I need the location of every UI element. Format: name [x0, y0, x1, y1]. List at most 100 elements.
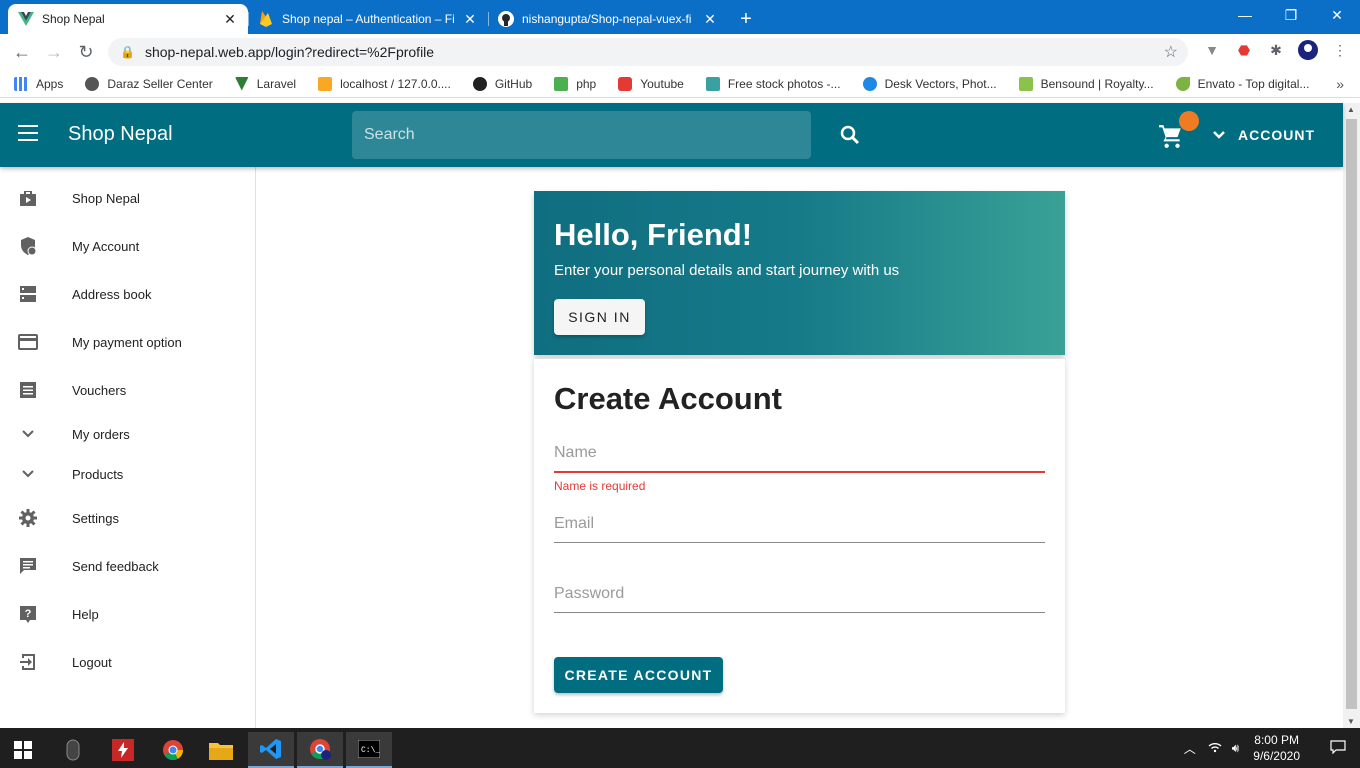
menu-dots-icon[interactable]: ⋮ [1330, 40, 1350, 60]
reload-icon[interactable]: ↻ [70, 42, 102, 63]
wifi-icon[interactable] [1208, 741, 1222, 756]
globe-icon [85, 76, 100, 91]
email-input[interactable] [554, 505, 1045, 543]
browser-tab-firebase[interactable]: Shop nepal – Authentication – Fi ✕ [248, 4, 488, 34]
lock-icon: 🔒 [120, 45, 135, 59]
sidebar-item-vouchers[interactable]: Vouchers [0, 368, 255, 412]
restore-icon[interactable]: ❐ [1268, 0, 1314, 30]
system-tray: ︿ 🔊︎ 8:00 PM 9/6/2020 [1184, 728, 1346, 768]
notification-icon[interactable] [1330, 739, 1346, 757]
browser-tab-shop-nepal[interactable]: Shop Nepal ✕ [8, 4, 248, 34]
new-tab-icon[interactable]: + [728, 4, 764, 34]
volume-icon[interactable]: 🔊︎ [1232, 741, 1240, 756]
vue-icon [18, 11, 34, 27]
browser-tab-github[interactable]: nishangupta/Shop-nepal-vuex-fi ✕ [488, 4, 728, 34]
sidebar-item-label: Help [72, 606, 99, 622]
bookmark-youtube[interactable]: Youtube [618, 76, 684, 91]
logout-icon [17, 651, 39, 673]
clock[interactable]: 8:00 PM 9/6/2020 [1253, 732, 1300, 764]
sidebar-item-my-orders[interactable]: My orders [0, 412, 255, 456]
more-bookmarks-icon[interactable]: » [1336, 76, 1344, 92]
bensound-icon [1018, 76, 1033, 91]
scroll-down-icon[interactable]: ▼ [1347, 717, 1355, 726]
bookmark-label: Apps [36, 76, 64, 91]
password-input[interactable] [554, 575, 1045, 613]
profile-avatar-icon[interactable] [1298, 40, 1318, 60]
sidebar-item-logout[interactable]: Logout [0, 640, 255, 684]
name-input[interactable] [554, 435, 1045, 473]
scroll-up-icon[interactable]: ▲ [1347, 105, 1355, 114]
bookmark-bensound[interactable]: Bensound | Royalty... [1018, 76, 1154, 91]
cart-badge [1179, 111, 1199, 131]
file-explorer-icon[interactable] [198, 732, 244, 768]
page-scrollbar[interactable]: ▲ ▼ [1343, 103, 1360, 728]
search-icon[interactable] [838, 123, 862, 147]
minimize-icon[interactable]: — [1222, 0, 1268, 30]
close-tab-icon[interactable]: ✕ [462, 11, 478, 28]
sidebar-item-my-account[interactable]: My Account [0, 224, 255, 268]
vue-devtools-icon[interactable]: ▼ [1202, 40, 1222, 60]
chrome-profile-icon[interactable] [297, 732, 343, 768]
feedback-icon [17, 555, 39, 577]
chevron-down-icon [17, 423, 39, 445]
bookmark-stock-photos[interactable]: Free stock photos -... [705, 76, 841, 91]
scroll-thumb[interactable] [1346, 119, 1357, 709]
bookmark-star-icon[interactable]: ☆ [1164, 42, 1178, 62]
chevron-up-icon[interactable]: ︿ [1184, 740, 1196, 757]
bookmark-label: Youtube [640, 76, 684, 91]
tab-title: Shop Nepal [42, 12, 105, 26]
sidebar-item-label: Vouchers [72, 382, 127, 398]
bookmark-laravel[interactable]: Laravel [234, 76, 297, 91]
clock-time: 8:00 PM [1254, 733, 1299, 747]
credit-card-icon [17, 331, 39, 353]
sidebar-item-label: Products [72, 466, 124, 482]
form-title: Create Account [554, 381, 782, 416]
bookmark-envato[interactable]: Envato - Top digital... [1175, 76, 1310, 91]
bookmark-label: Laravel [256, 76, 297, 91]
bookmark-apps[interactable]: Apps [14, 76, 64, 91]
close-window-icon[interactable]: ✕ [1314, 0, 1360, 30]
url-text: shop-nepal.web.app/login?redirect=%2Fpro… [144, 44, 435, 60]
sidebar-item-shop-nepal[interactable]: Shop Nepal [0, 176, 255, 220]
browser-tabbar: Shop Nepal ✕ Shop nepal – Authentication… [0, 0, 1360, 34]
sidebar-item-send-feedback[interactable]: Send feedback [0, 544, 255, 588]
search-input[interactable]: Search [352, 111, 811, 159]
vscode-icon[interactable] [248, 732, 294, 768]
bookmark-desk-vectors[interactable]: Desk Vectors, Phot... [862, 76, 997, 91]
bookmark-localhost[interactable]: localhost / 127.0.0.... [318, 76, 451, 91]
create-account-button[interactable]: CREATE ACCOUNT [554, 657, 723, 693]
forward-arrow-icon[interactable]: → [38, 42, 70, 63]
vue-icon [234, 76, 249, 91]
bookmark-label: Envato - Top digital... [1197, 76, 1310, 91]
windows-start-icon[interactable] [0, 732, 46, 768]
bookmark-php[interactable]: php [554, 76, 596, 91]
bookmark-daraz[interactable]: Daraz Seller Center [85, 76, 213, 91]
close-tab-icon[interactable]: ✕ [222, 11, 238, 28]
close-tab-icon[interactable]: ✕ [702, 11, 718, 28]
chrome-icon[interactable] [150, 732, 196, 768]
account-shield-icon [17, 235, 39, 257]
extensions: ▼ ⬣ ✱ ⋮ [1202, 40, 1350, 60]
back-arrow-icon[interactable]: ← [6, 42, 38, 63]
tab-title: nishangupta/Shop-nepal-vuex-fi [522, 12, 692, 26]
mouse-app-icon[interactable] [50, 732, 96, 768]
menu-icon[interactable] [18, 125, 38, 141]
flash-app-icon[interactable] [100, 732, 146, 768]
sidebar-item-address-book[interactable]: Address book [0, 272, 255, 316]
address-book-icon [17, 283, 39, 305]
sign-in-button[interactable]: SIGN IN [554, 299, 645, 335]
sidebar-item-label: Settings [72, 510, 119, 526]
brand-title[interactable]: Shop Nepal [68, 123, 173, 146]
sidebar-item-payment[interactable]: My payment option [0, 320, 255, 364]
gear-icon [17, 507, 39, 529]
sidebar-item-settings[interactable]: Settings [0, 496, 255, 540]
url-input[interactable]: 🔒 shop-nepal.web.app/login?redirect=%2Fp… [108, 38, 1188, 66]
puzzle-icon[interactable]: ✱ [1266, 40, 1286, 60]
sidebar-item-help[interactable]: ? Help [0, 592, 255, 636]
adblock-icon[interactable]: ⬣ [1234, 40, 1254, 60]
account-button[interactable]: ACCOUNT [1212, 127, 1315, 143]
pexels-icon [705, 76, 720, 91]
terminal-icon[interactable]: C:\_ [346, 732, 392, 768]
bookmark-github[interactable]: GitHub [472, 76, 532, 91]
sidebar-item-products[interactable]: Products [0, 452, 255, 496]
